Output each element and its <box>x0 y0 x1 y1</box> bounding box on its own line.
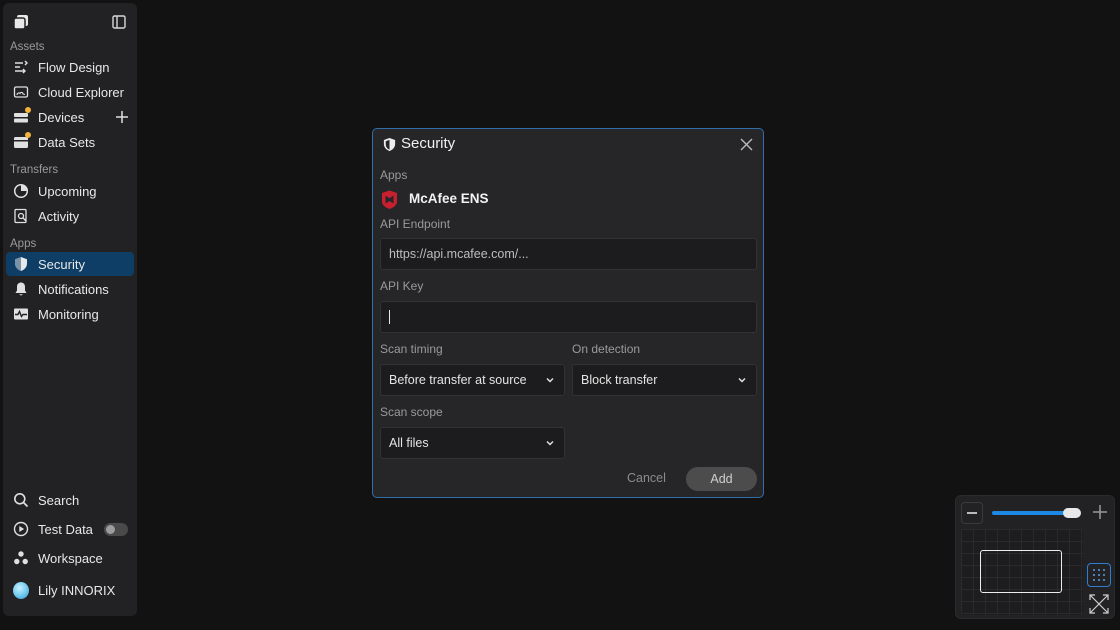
grid-toggle-button[interactable] <box>1087 563 1111 587</box>
api-key-label: API Key <box>380 279 424 293</box>
sidebar-item-label: Test Data <box>38 521 93 537</box>
sidebar-item-data-sets[interactable]: Data Sets <box>6 130 134 154</box>
sidebar-item-security[interactable]: Security <box>6 252 134 276</box>
shield-icon <box>13 256 29 272</box>
sidebar-item-label: Flow Design <box>38 59 110 75</box>
play-circle-icon <box>13 521 29 537</box>
minimap[interactable] <box>961 529 1083 615</box>
app-logo-icon[interactable] <box>13 14 29 30</box>
scan-scope-value: All files <box>389 436 429 450</box>
test-data-toggle[interactable] <box>104 523 128 536</box>
fit-view-button[interactable] <box>1087 592 1111 616</box>
devices-icon <box>13 107 31 125</box>
fit-view-icon <box>1089 594 1109 614</box>
scan-scope-label: Scan scope <box>380 405 443 419</box>
sidebar-item-label: Notifications <box>38 281 109 297</box>
user-name: Lily INNORIX <box>38 582 116 598</box>
on-detection-value: Block transfer <box>581 373 658 387</box>
dialog-header: Security <box>373 129 763 161</box>
plus-icon[interactable] <box>1092 504 1108 520</box>
notification-badge <box>25 107 31 113</box>
sidebar: Assets Flow Design Cloud Explorer Device… <box>3 3 137 616</box>
cancel-button[interactable]: Cancel <box>627 471 666 485</box>
zoom-out-button[interactable] <box>961 502 983 524</box>
close-icon[interactable] <box>740 138 753 151</box>
api-endpoint-label: API Endpoint <box>380 217 451 231</box>
grid-dots-icon <box>1093 569 1105 581</box>
security-dialog: Security Apps McAfee ENS API Endpoint AP… <box>372 128 764 498</box>
sidebar-item-search[interactable]: Search <box>6 488 134 512</box>
sidebar-item-label: Activity <box>38 208 80 224</box>
sidebar-item-label: Upcoming <box>38 183 97 199</box>
zoom-panel <box>955 495 1115 619</box>
sidebar-item-test-data[interactable]: Test Data <box>6 517 134 541</box>
sidebar-item-label: Cloud Explorer <box>38 84 124 100</box>
section-label-assets: Assets <box>10 41 45 53</box>
workspace-icon <box>13 550 29 566</box>
sidebar-header <box>3 3 137 37</box>
chevron-down-icon <box>546 377 554 383</box>
scan-timing-select[interactable]: Before transfer at source <box>380 364 565 396</box>
sidebar-item-label: Security <box>38 256 85 272</box>
activity-icon <box>13 208 29 224</box>
sidebar-item-flow-design[interactable]: Flow Design <box>6 55 134 79</box>
sidebar-item-cloud-explorer[interactable]: Cloud Explorer <box>6 80 134 104</box>
scan-timing-value: Before transfer at source <box>389 373 527 387</box>
sidebar-item-notifications[interactable]: Notifications <box>6 277 134 301</box>
sidebar-item-label: Devices <box>38 109 85 125</box>
scan-timing-label: Scan timing <box>380 342 443 356</box>
add-button[interactable]: Add <box>686 467 757 491</box>
scan-scope-select[interactable]: All files <box>380 427 565 459</box>
sidebar-item-label: Workspace <box>38 550 103 566</box>
on-detection-select[interactable]: Block transfer <box>572 364 757 396</box>
dataset-icon <box>13 132 31 150</box>
sidebar-item-label: Search <box>38 492 80 508</box>
add-device-icon[interactable] <box>115 110 129 124</box>
pie-clock-icon <box>13 183 29 199</box>
notification-badge <box>25 132 31 138</box>
sidebar-item-label: Data Sets <box>38 134 96 150</box>
sidebar-item-label: Monitoring <box>38 306 99 322</box>
cloud-folder-icon <box>13 84 29 100</box>
chevron-down-icon <box>546 440 554 446</box>
bell-icon <box>13 281 29 297</box>
sidebar-item-upcoming[interactable]: Upcoming <box>6 179 134 203</box>
mcafee-logo-icon <box>382 190 397 209</box>
apps-label: Apps <box>380 168 408 182</box>
shield-icon <box>383 137 396 152</box>
app-name: McAfee ENS <box>409 191 489 206</box>
sidebar-item-devices[interactable]: Devices <box>6 105 134 129</box>
monitor-icon <box>13 306 29 322</box>
sidebar-item-activity[interactable]: Activity <box>6 204 134 228</box>
sidebar-collapse-icon[interactable] <box>112 15 126 29</box>
text-caret <box>389 310 390 324</box>
section-label-apps: Apps <box>10 238 37 250</box>
sidebar-item-workspace[interactable]: Workspace <box>6 546 134 570</box>
minus-icon <box>967 512 977 514</box>
section-label-transfers: Transfers <box>10 164 59 176</box>
on-detection-label: On detection <box>572 342 641 356</box>
sidebar-item-user[interactable]: Lily INNORIX <box>6 578 134 602</box>
minimap-viewport[interactable] <box>980 550 1062 593</box>
api-endpoint-input[interactable] <box>380 238 757 270</box>
dialog-title: Security <box>401 135 456 152</box>
search-icon <box>13 492 29 508</box>
chevron-down-icon <box>738 377 746 383</box>
flow-icon <box>13 59 29 75</box>
api-key-input[interactable] <box>380 301 757 333</box>
sidebar-item-monitoring[interactable]: Monitoring <box>6 302 134 326</box>
zoom-slider-handle[interactable] <box>1063 508 1081 518</box>
avatar <box>13 581 29 599</box>
